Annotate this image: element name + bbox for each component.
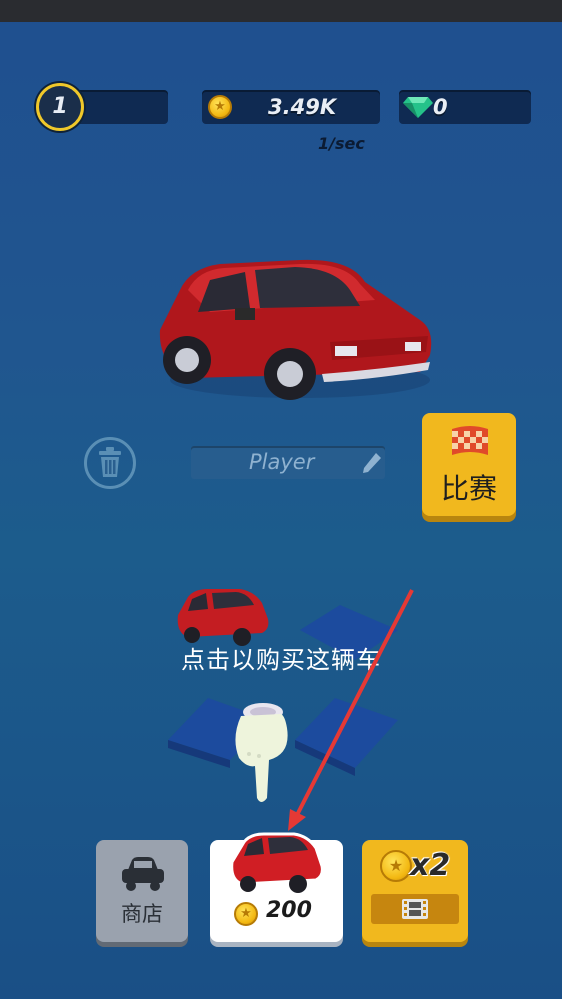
coin-rate: 1/sec bbox=[318, 134, 365, 153]
gem-value: 0 bbox=[433, 95, 448, 119]
film-icon bbox=[402, 899, 428, 919]
shop-button[interactable]: 商店 bbox=[96, 840, 188, 942]
race-button[interactable]: 比赛 bbox=[422, 413, 516, 516]
delete-button[interactable] bbox=[84, 437, 136, 489]
coin-counter: ★ 3.49K bbox=[202, 90, 380, 124]
coin-icon: ★ bbox=[380, 850, 412, 882]
player-name-field[interactable]: Player bbox=[191, 446, 385, 479]
buy-car-button[interactable]: ★ 200 bbox=[210, 832, 343, 942]
trash-icon bbox=[99, 447, 121, 477]
watch-video-bar bbox=[371, 894, 459, 924]
race-label: 比赛 bbox=[440, 472, 497, 505]
tutorial-arrow bbox=[288, 589, 414, 831]
coin-value: 3.49K bbox=[268, 95, 337, 119]
level-badge: 1 bbox=[36, 83, 84, 131]
level-value: 1 bbox=[52, 94, 68, 119]
player-name-text: Player bbox=[249, 450, 315, 474]
car-icon bbox=[122, 857, 164, 891]
pencil-icon[interactable] bbox=[361, 451, 383, 475]
slot-car-image bbox=[177, 589, 269, 646]
coin-icon: ★ bbox=[234, 902, 258, 926]
buy-car-image bbox=[230, 832, 324, 893]
double-income-button[interactable]: ★ x2 bbox=[362, 840, 468, 942]
checkered-flag-icon bbox=[452, 426, 488, 455]
gem-icon bbox=[403, 97, 433, 118]
main-car-image bbox=[159, 259, 432, 400]
shop-label: 商店 bbox=[121, 902, 163, 926]
coin-icon: ★ bbox=[208, 95, 232, 119]
boost-label: x2 bbox=[410, 848, 451, 883]
buy-price: 200 bbox=[266, 898, 312, 923]
status-bar bbox=[0, 0, 562, 22]
